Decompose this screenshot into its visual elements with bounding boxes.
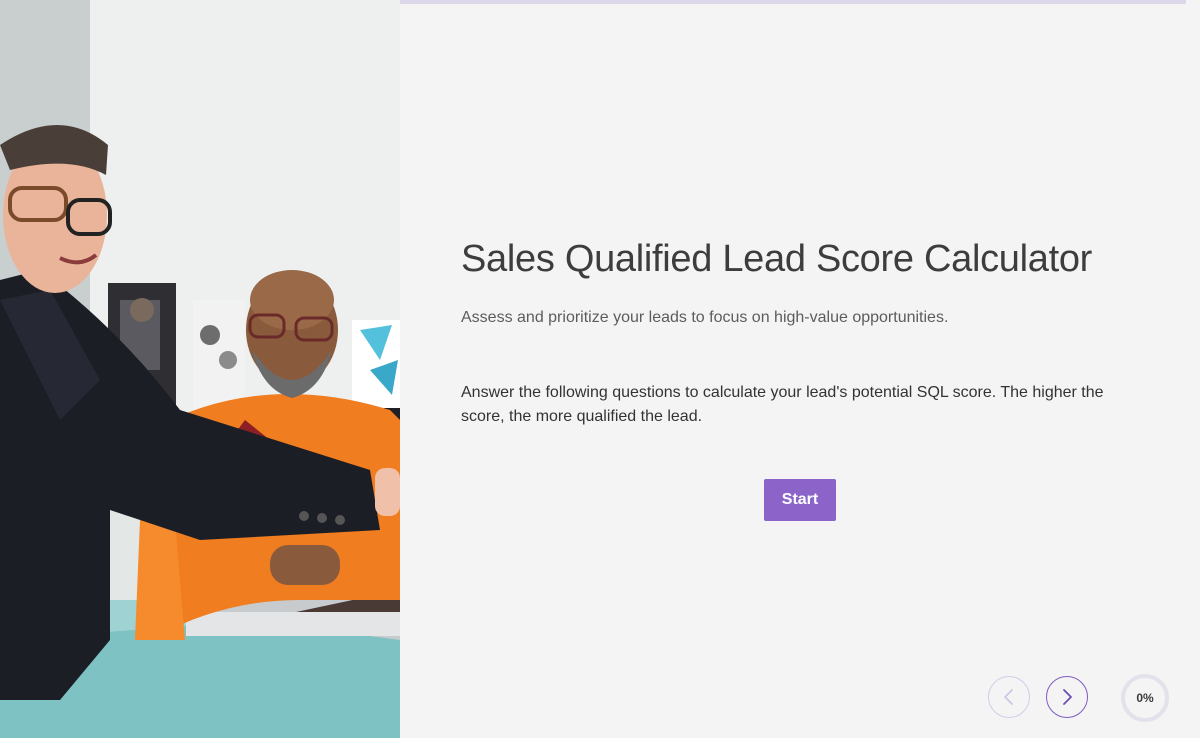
page-subtitle: Assess and prioritize your leads to focu… — [461, 309, 949, 326]
intro-section: Sales Qualified Lead Score Calculator As… — [461, 236, 1151, 429]
progress-indicator: 0% — [1120, 673, 1170, 723]
start-button[interactable]: Start — [764, 479, 836, 521]
page-title: Sales Qualified Lead Score Calculator — [461, 238, 1093, 280]
chevron-left-icon — [1004, 689, 1013, 705]
hero-photo-illustration — [0, 0, 400, 738]
hero-photo — [0, 0, 400, 738]
chevron-right-icon — [1063, 689, 1072, 705]
previous-button[interactable] — [988, 676, 1030, 718]
intro-description: Answer the following questions to calcul… — [461, 384, 1104, 425]
next-button[interactable] — [1046, 676, 1088, 718]
progress-percent: 0% — [1136, 691, 1154, 705]
